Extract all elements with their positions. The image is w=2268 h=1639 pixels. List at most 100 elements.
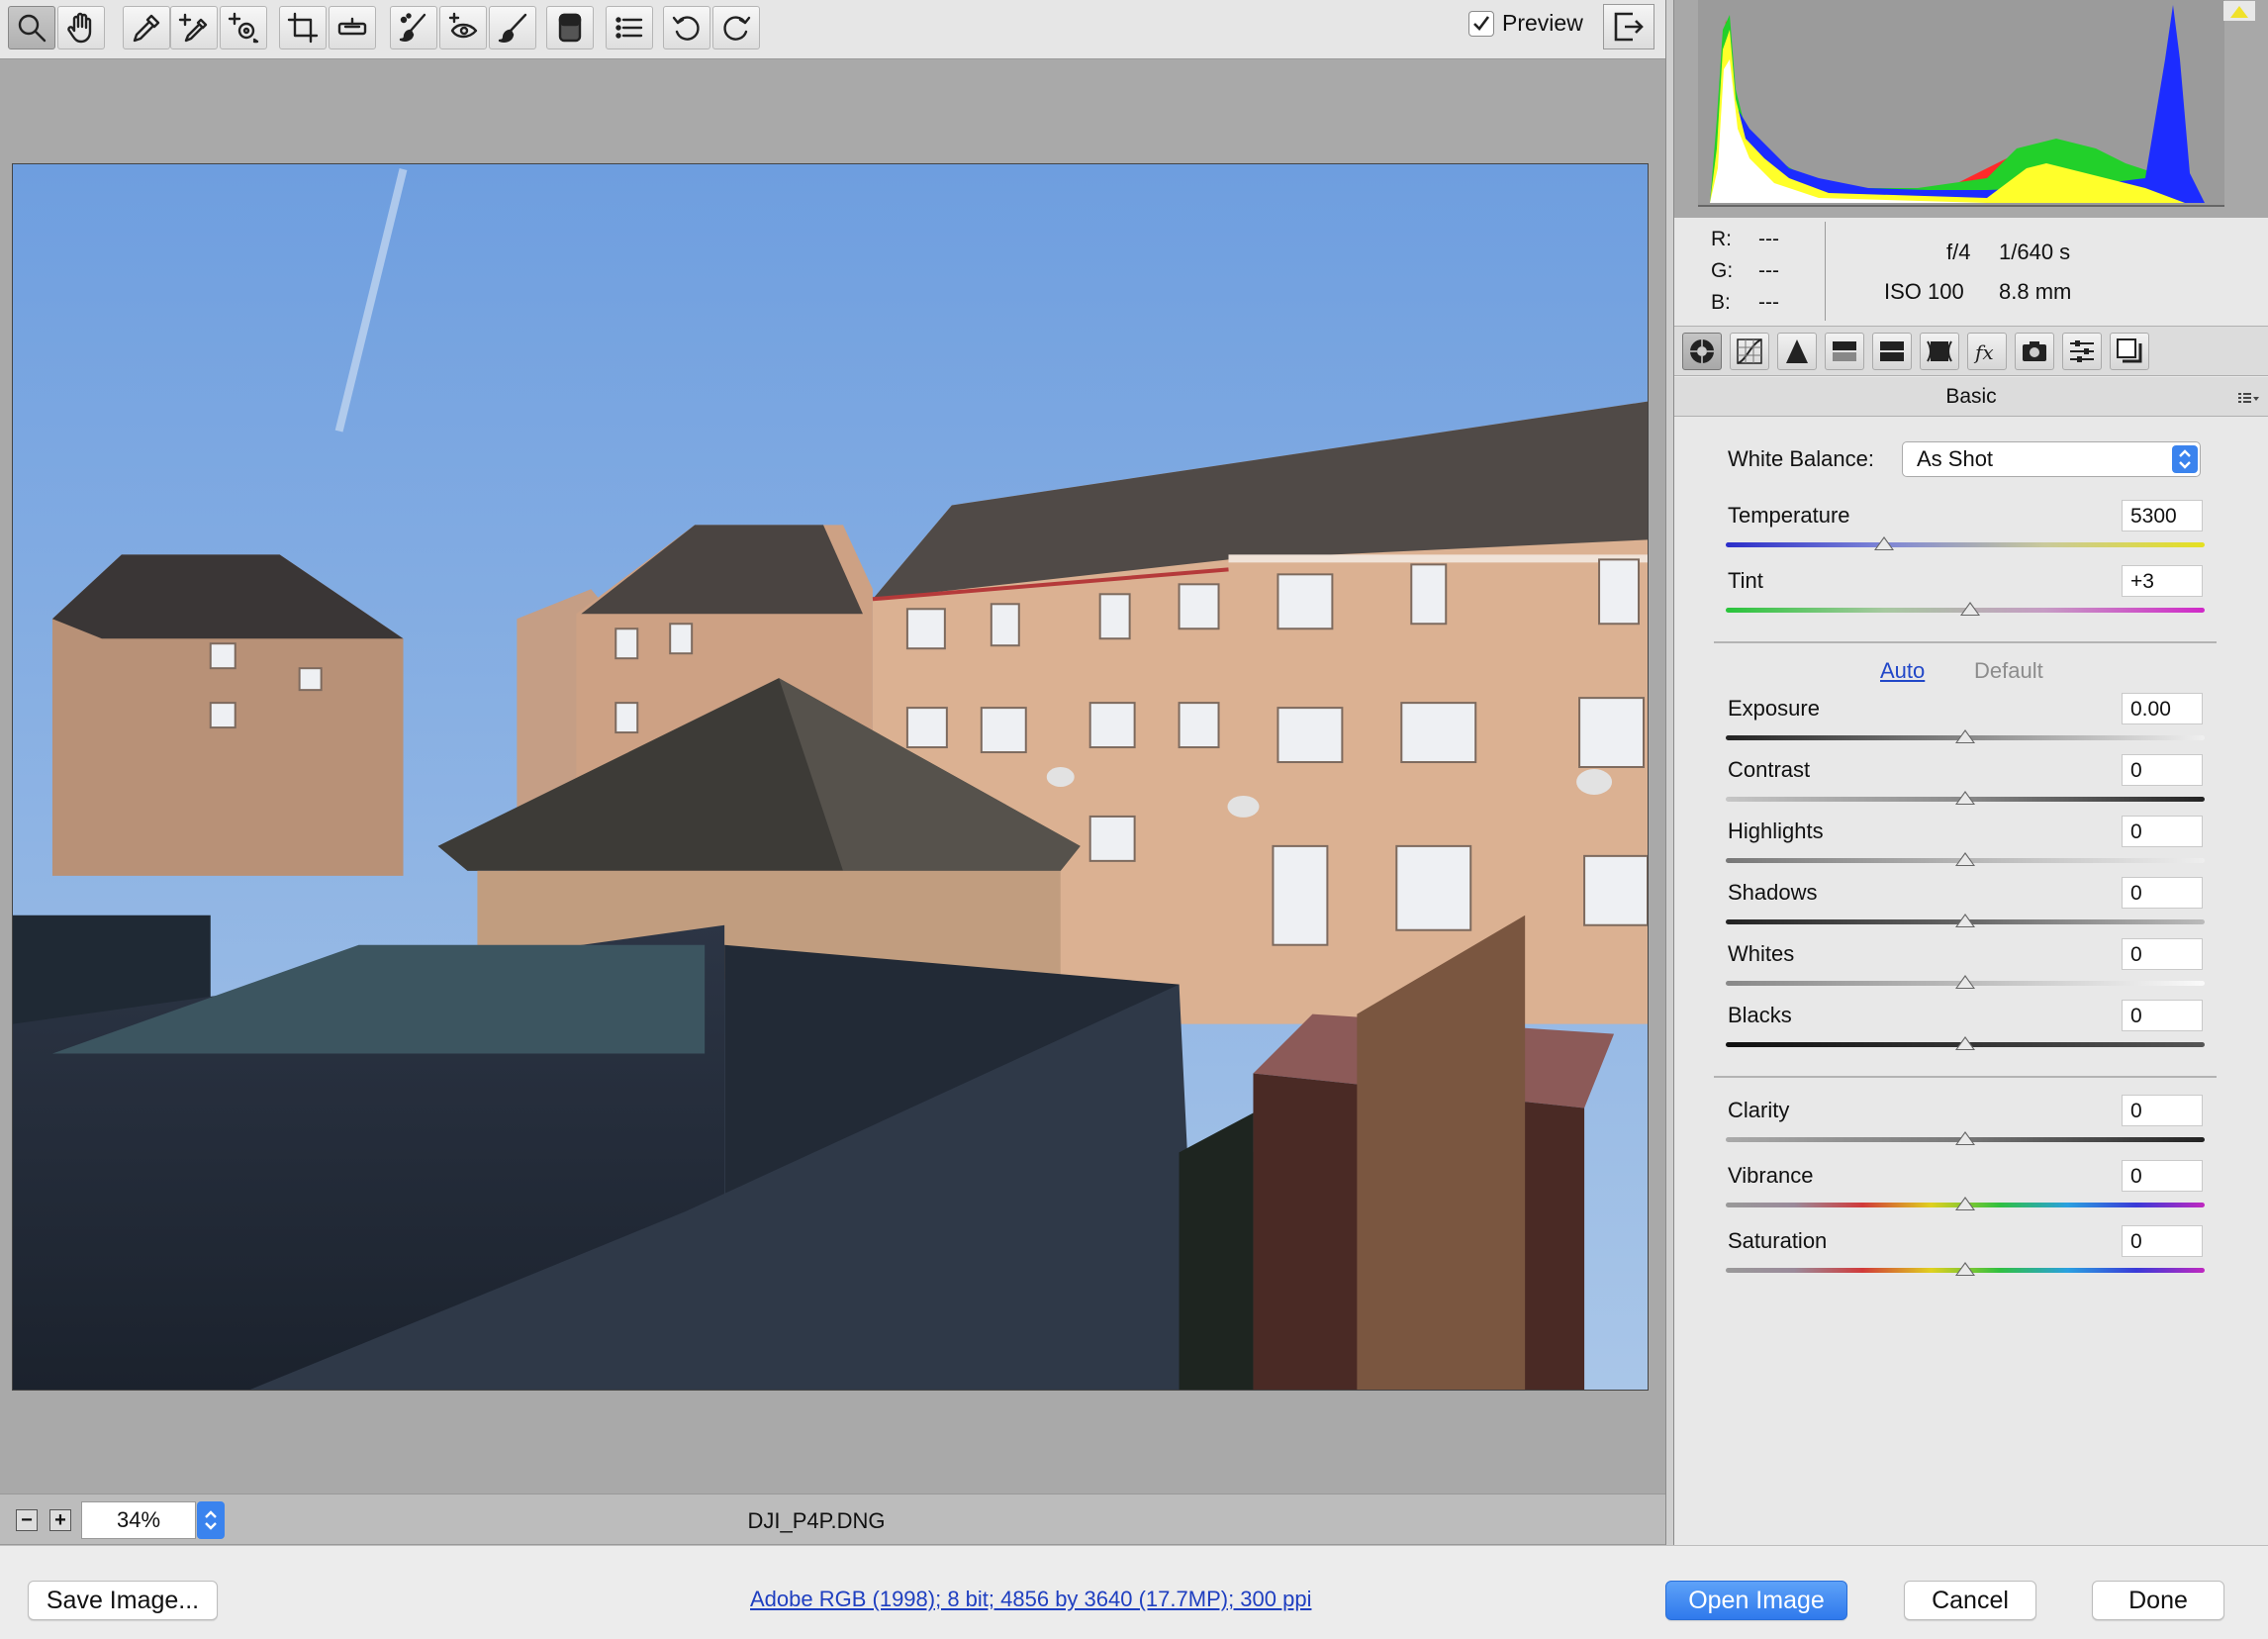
contrast-value-field[interactable]: 0 bbox=[2122, 754, 2203, 786]
tab-detail[interactable] bbox=[1777, 333, 1817, 370]
eyedropper-plus-icon bbox=[178, 13, 208, 43]
highlights-slider-thumb[interactable] bbox=[1955, 852, 1975, 866]
tab-tone-curve[interactable] bbox=[1730, 333, 1769, 370]
split-toning-icon bbox=[1880, 341, 1904, 361]
white-balance-label: White Balance: bbox=[1728, 446, 1874, 471]
preferences-button[interactable] bbox=[606, 6, 653, 49]
tab-hsl[interactable] bbox=[1825, 333, 1864, 370]
adjustment-brush-tool-button[interactable] bbox=[489, 6, 536, 49]
crop-icon bbox=[287, 12, 319, 44]
highlights-label: Highlights bbox=[1728, 819, 1824, 843]
saturation-value-field[interactable]: 0 bbox=[2122, 1225, 2203, 1257]
toolbar: Preview bbox=[0, 0, 1665, 59]
tab-lens-corrections[interactable] bbox=[1920, 333, 1959, 370]
zoom-out-button[interactable]: − bbox=[16, 1509, 38, 1531]
aperture-value: f/4 bbox=[1946, 240, 1971, 264]
shadows-value-field[interactable]: 0 bbox=[2122, 877, 2203, 909]
white-balance-dropdown-arrow[interactable] bbox=[2172, 445, 2198, 473]
cancel-button[interactable]: Cancel bbox=[1904, 1581, 2036, 1620]
hand-tool-button[interactable] bbox=[57, 6, 105, 49]
pixel-info: R: --- G: --- B: --- f/4 1/640 s ISO 100… bbox=[1674, 218, 2268, 327]
white-balance-select[interactable]: As Shot bbox=[1902, 441, 2201, 477]
default-button[interactable]: Default bbox=[1974, 658, 2043, 684]
fullscreen-button[interactable] bbox=[1603, 4, 1654, 49]
image-canvas[interactable] bbox=[0, 60, 1665, 1494]
temperature-value-field[interactable]: 5300 bbox=[2122, 500, 2203, 531]
tab-snapshots[interactable] bbox=[2110, 333, 2149, 370]
crop-tool-button[interactable] bbox=[279, 6, 327, 49]
saturation-label: Saturation bbox=[1728, 1228, 1828, 1253]
tab-effects[interactable]: fx bbox=[1967, 333, 2007, 370]
temperature-slider-thumb[interactable] bbox=[1873, 536, 1894, 550]
red-eye-tool-button[interactable] bbox=[439, 6, 487, 49]
tab-presets[interactable] bbox=[2062, 333, 2102, 370]
panel-header: Basic bbox=[1674, 377, 2268, 417]
preview-checkbox[interactable] bbox=[1468, 10, 1494, 37]
blacks-slider-thumb[interactable] bbox=[1955, 1036, 1975, 1050]
targeted-adjustment-tool-button[interactable] bbox=[220, 6, 267, 49]
blacks-value-field[interactable]: 0 bbox=[2122, 1000, 2203, 1031]
shadows-slider-thumb[interactable] bbox=[1955, 914, 1975, 927]
exposure-value-field[interactable]: 0.00 bbox=[2122, 693, 2203, 724]
section-divider bbox=[1714, 1076, 2217, 1078]
photo-image bbox=[13, 164, 1648, 1390]
straighten-tool-button[interactable] bbox=[329, 6, 376, 49]
clarity-label: Clarity bbox=[1728, 1098, 1790, 1122]
tab-split-toning[interactable] bbox=[1872, 333, 1912, 370]
target-icon bbox=[228, 12, 259, 44]
highlight-clipping-icon[interactable] bbox=[2222, 0, 2256, 22]
preview-toggle[interactable]: Preview bbox=[1468, 10, 1583, 37]
done-button[interactable]: Done bbox=[2092, 1581, 2224, 1620]
white-balance-tool-button[interactable] bbox=[123, 6, 170, 49]
save-image-button[interactable]: Save Image... bbox=[28, 1581, 218, 1620]
panel-divider bbox=[1665, 0, 1674, 1545]
zoom-level-dropdown[interactable] bbox=[197, 1501, 225, 1539]
rotate-left-button[interactable] bbox=[663, 6, 710, 49]
temperature-slider-track[interactable] bbox=[1726, 542, 2205, 547]
zoom-in-button[interactable]: + bbox=[49, 1509, 71, 1531]
effects-icon: fx bbox=[1973, 340, 1994, 364]
whites-label: Whites bbox=[1728, 941, 1795, 966]
graduated-filter-tool-button[interactable] bbox=[546, 6, 594, 49]
contrast-slider-thumb[interactable] bbox=[1955, 791, 1975, 805]
focal-length-value: 8.8 mm bbox=[1999, 279, 2072, 304]
saturation-slider-thumb[interactable] bbox=[1955, 1262, 1975, 1276]
open-image-button[interactable]: Open Image bbox=[1665, 1581, 1847, 1620]
zoom-level-field[interactable]: 34% bbox=[81, 1501, 196, 1539]
status-bar: − + 34% DJI_P4P.DNG bbox=[0, 1494, 1665, 1545]
vibrance-value-field[interactable]: 0 bbox=[2122, 1160, 2203, 1192]
detail-icon bbox=[1786, 339, 1808, 363]
tab-basic[interactable] bbox=[1682, 333, 1722, 370]
highlights-value-field[interactable]: 0 bbox=[2122, 816, 2203, 847]
vibrance-slider-thumb[interactable] bbox=[1955, 1197, 1975, 1210]
chevron-updown-icon bbox=[2179, 449, 2191, 469]
b-value: --- bbox=[1758, 291, 1779, 314]
whites-slider-thumb[interactable] bbox=[1955, 975, 1975, 989]
auto-button[interactable]: Auto bbox=[1880, 658, 1925, 684]
clarity-slider-thumb[interactable] bbox=[1955, 1131, 1975, 1145]
color-sampler-tool-button[interactable] bbox=[170, 6, 218, 49]
whites-value-field[interactable]: 0 bbox=[2122, 938, 2203, 970]
photo-preview bbox=[12, 163, 1649, 1391]
workflow-options-link[interactable]: Adobe RGB (1998); 8 bit; 4856 by 3640 (1… bbox=[750, 1587, 1311, 1612]
info-divider bbox=[1825, 222, 1826, 321]
exposure-slider-thumb[interactable] bbox=[1955, 729, 1975, 743]
clarity-value-field[interactable]: 0 bbox=[2122, 1095, 2203, 1126]
section-divider bbox=[1714, 641, 2217, 643]
camera-calibration-icon bbox=[2023, 341, 2046, 361]
panel-title: Basic bbox=[1945, 385, 1997, 408]
panel-menu-icon[interactable] bbox=[2238, 391, 2260, 405]
minus-icon: − bbox=[21, 1509, 33, 1531]
gradient-icon bbox=[558, 13, 582, 43]
svg-text:fx: fx bbox=[1973, 340, 1994, 364]
tint-slider-thumb[interactable] bbox=[1959, 602, 1980, 616]
rotate-right-button[interactable] bbox=[712, 6, 760, 49]
white-balance-value: As Shot bbox=[1917, 446, 1994, 471]
snapshots-icon bbox=[2117, 338, 2142, 363]
zoom-tool-button[interactable] bbox=[8, 6, 55, 49]
tab-camera-calibration[interactable] bbox=[2015, 333, 2054, 370]
histogram-area bbox=[1674, 0, 2268, 218]
spot-removal-tool-button[interactable] bbox=[390, 6, 437, 49]
tint-value-field[interactable]: +3 bbox=[2122, 565, 2203, 597]
b-label: B: bbox=[1711, 291, 1731, 314]
